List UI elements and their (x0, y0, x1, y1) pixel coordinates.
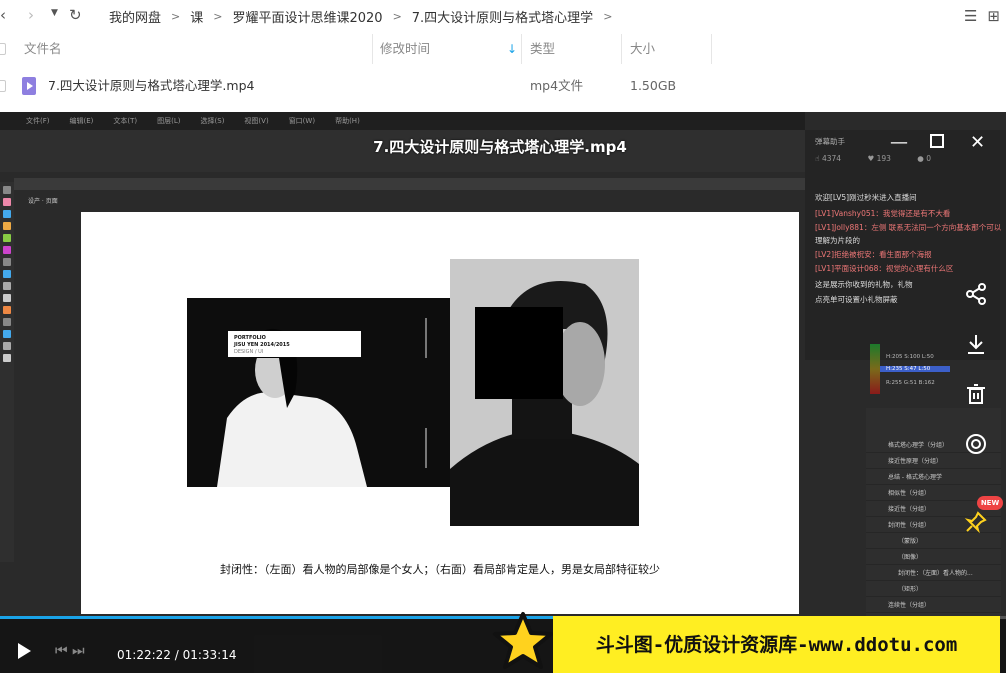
danmaku-message: 这是展示你收到的礼物，礼物 (815, 280, 913, 289)
playback-time: 01:22:22 / 01:33:14 (117, 648, 237, 662)
file-name[interactable]: 7.四大设计原则与格式塔心理学.mp4 (48, 68, 254, 104)
star-logo-icon (493, 612, 553, 669)
file-type: mp4文件 (530, 78, 584, 93)
share-icon[interactable] (962, 282, 990, 310)
file-table-header: 文件名 修改时间 ↓ 类型 大小 (0, 34, 1006, 64)
frame-menu-text: 窗口(W) (288, 117, 316, 125)
portfolio-line: DESIGN / UI (234, 349, 264, 355)
frame-menu-text: 文本(T) (113, 117, 138, 125)
danmaku-message: [LV1]平面设计068：视觉的心理有什么区 (815, 264, 954, 273)
danmaku-message: [LV2]拒绝被祝安：看生面那个海报 (815, 250, 932, 259)
new-badge: NEW (977, 496, 1003, 510)
frame-menu-text: 图层(L) (157, 117, 181, 125)
video-frame-tab: 设产 · 页面 (28, 198, 58, 205)
layer-row: 连续性（分组） (866, 598, 1001, 613)
back-arrow-icon[interactable]: ‹ (0, 6, 6, 24)
maximize-icon[interactable] (930, 134, 944, 148)
breadcrumb-item[interactable]: 课 (190, 7, 203, 26)
refresh-icon[interactable]: ↻ (69, 6, 82, 24)
target-icon[interactable] (962, 432, 990, 460)
delete-icon[interactable] (962, 382, 990, 410)
breadcrumb-separator: > (213, 10, 223, 23)
app-root: ‹ › ▼ ↻ 我的网盘 > 课 > 罗耀平面设计思维课2020 > 7.四大设… (0, 0, 1006, 673)
column-modified[interactable]: 修改时间 (380, 34, 430, 64)
view-controls: ☰ ⊞ (964, 7, 1000, 25)
breadcrumb-separator: > (603, 10, 613, 23)
danmaku-message: [LV1]Jolly881：左侧 联系无法同一个方向基本那个可以 (815, 223, 1002, 232)
viewer-icon: ☝ (815, 154, 820, 163)
breadcrumb-separator: > (392, 10, 402, 23)
frame-menu-text: 编辑(E) (69, 117, 94, 125)
forward-arrow-icon[interactable]: › (28, 6, 34, 24)
video-frame-ruler (14, 178, 805, 190)
color-swatch-list: H:205 S:100 L:50 H:235 S:47 L:50 R:255 G… (870, 304, 950, 394)
layer-row: （图像） (866, 550, 1001, 565)
video-frame-canvas: PORTFOLIO JISU YEN 2014/2015 DESIGN / UI… (81, 212, 799, 614)
portfolio-photo-woman: PORTFOLIO JISU YEN 2014/2015 DESIGN / UI (187, 298, 450, 487)
frame-menu-text: 视图(V) (244, 117, 269, 125)
danmaku-message: 理解为片段的 (815, 236, 860, 245)
portfolio-line: PORTFOLIO (234, 335, 266, 341)
file-row[interactable]: 7.四大设计原则与格式塔心理学.mp4 mp4文件 1.50GB (0, 68, 1006, 104)
select-all-checkbox[interactable] (0, 43, 6, 55)
watermark-banner: 斗斗图-优质设计资源库-www.ddotu.com (553, 616, 1000, 673)
portrait-photo-man (450, 259, 639, 526)
woman-portrait-graphic (187, 298, 450, 487)
breadcrumb-separator: > (171, 10, 181, 23)
video-file-icon (22, 77, 36, 95)
column-size[interactable]: 大小 (630, 34, 655, 64)
breadcrumb-item[interactable]: 我的网盘 (109, 7, 161, 26)
sort-desc-icon[interactable]: ↓ (507, 34, 517, 64)
frame-menu-text: 选择(S) (200, 117, 225, 125)
video-frame-menubar: 文件(F) 编辑(E) 文本(T) 图层(L) 选择(S) 视图(V) 窗口(W… (0, 112, 805, 130)
play-icon[interactable] (18, 643, 31, 659)
row-checkbox[interactable] (0, 80, 6, 92)
pin-icon[interactable] (962, 510, 990, 538)
file-size: 1.50GB (630, 78, 677, 93)
breadcrumb-item[interactable]: 罗耀平面设计思维课2020 (232, 7, 382, 26)
frame-menu-text: 文件(F) (26, 117, 50, 125)
color-entry: H:205 S:100 L:50 (886, 354, 934, 360)
color-entry: R:255 G:51 B:162 (886, 380, 935, 386)
like-icon: ♥ (867, 154, 875, 163)
viewer-count: 4374 (821, 154, 842, 163)
man-portrait-graphic (450, 259, 639, 526)
minimize-icon[interactable]: — (890, 132, 908, 153)
close-icon[interactable]: ✕ (970, 132, 985, 153)
breadcrumb-bar: ‹ › ▼ ↻ 我的网盘 > 课 > 罗耀平面设计思维课2020 > 7.四大设… (0, 0, 1006, 32)
grid-view-icon[interactable]: ⊞ (987, 7, 1000, 25)
side-action-bar (950, 272, 1002, 552)
column-name[interactable]: 文件名 (24, 34, 62, 64)
portfolio-line: JISU YEN 2014/2015 (234, 342, 290, 348)
video-player[interactable]: 文件(F) 编辑(E) 文本(T) 图层(L) 选择(S) 视图(V) 窗口(W… (0, 112, 1006, 673)
layer-row: 封闭性：（左面）看人物的... (866, 566, 1001, 581)
download-icon[interactable] (962, 332, 990, 360)
danmaku-message: 欢迎[LV5]刚过秒米进入直播间 (815, 193, 917, 202)
frame-menu-text: 帮助(H) (335, 117, 360, 125)
like-count: 193 (876, 154, 891, 163)
sort-icon[interactable]: ☰ (964, 7, 977, 25)
danmaku-message: [LV1]Vanshy051：我觉得还是有不大看 (815, 209, 951, 218)
layer-row: （矩形） (866, 582, 1001, 597)
video-frame-toolbox (0, 182, 14, 562)
column-type[interactable]: 类型 (530, 34, 555, 64)
window-controls: — ✕ (890, 132, 1000, 158)
danmaku-title: 弹幕助手 (815, 137, 845, 146)
breadcrumb: 我的网盘 > 课 > 罗耀平面设计思维课2020 > 7.四大设计原则与格式塔心… (109, 7, 622, 26)
breadcrumb-item[interactable]: 7.四大设计原则与格式塔心理学 (412, 7, 593, 26)
slide-caption: 封闭性：（左面）看人物的局部像是个女人；（右面）看局部肯定是人，男是女局部特征较… (220, 563, 660, 576)
color-entry-selected: H:235 S:47 L:50 (880, 366, 950, 372)
history-dropdown-icon[interactable]: ▼ (51, 8, 58, 18)
portfolio-label: PORTFOLIO JISU YEN 2014/2015 DESIGN / UI (228, 331, 361, 357)
skip-controls-icon[interactable]: ⏮ ⏭ (55, 643, 85, 659)
